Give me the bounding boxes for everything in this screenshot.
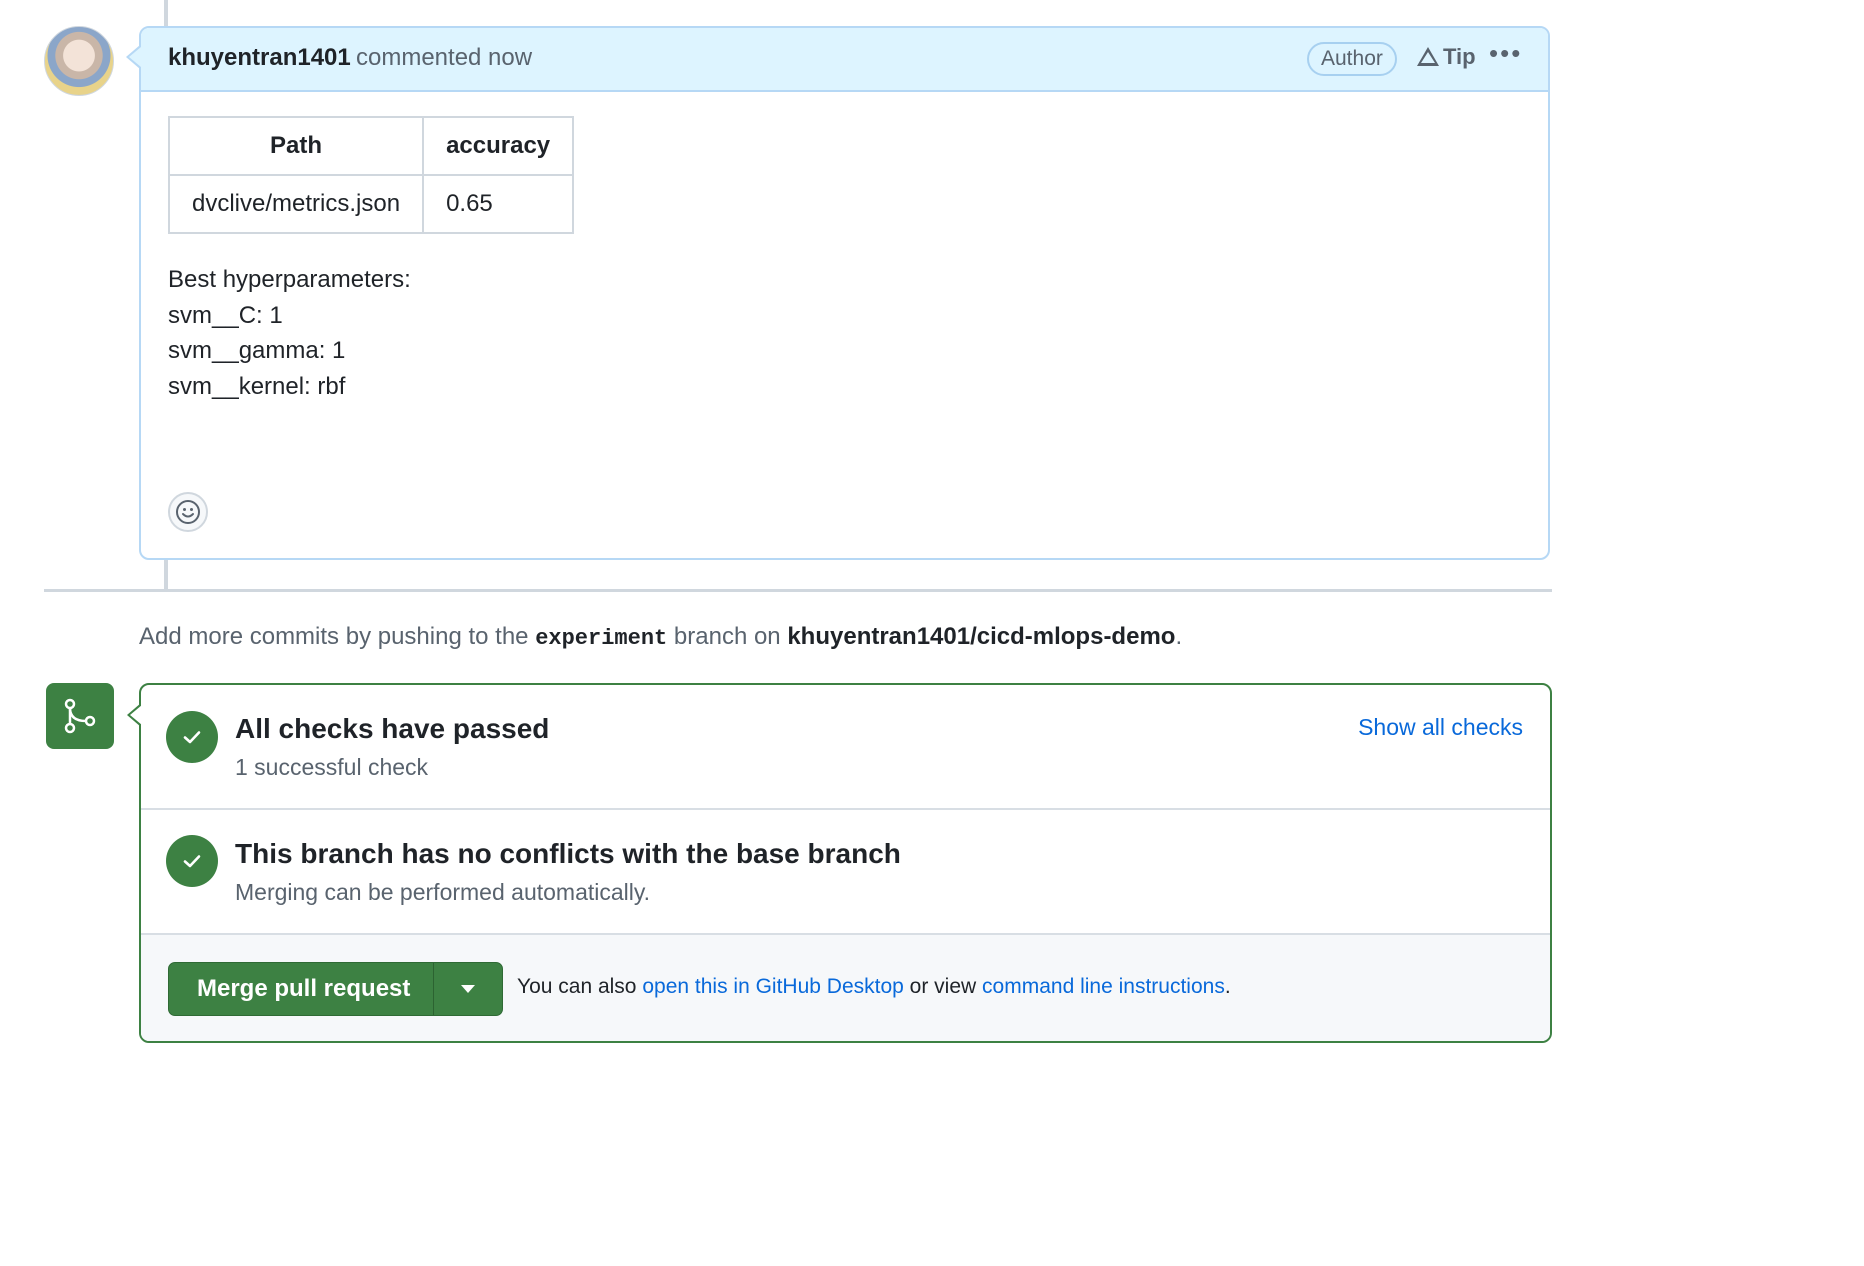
comment-body: Best hyperparameters: svm__C: 1 svm__gam… bbox=[168, 262, 411, 404]
body-line: svm__gamma: 1 bbox=[168, 337, 346, 364]
checks-title: All checks have passed bbox=[235, 713, 550, 744]
comment-author[interactable]: khuyentran1401 bbox=[168, 44, 351, 72]
smiley-icon bbox=[176, 500, 200, 524]
push-note: Add more commits by pushing to the exper… bbox=[139, 623, 1182, 651]
metrics-table: Path accuracy dvclive/metrics.json 0.65 bbox=[167, 116, 575, 234]
push-note-suffix: . bbox=[1175, 623, 1183, 650]
body-line: svm__kernel: rbf bbox=[168, 372, 346, 400]
triangle-down-icon bbox=[461, 985, 475, 993]
footer-prefix: You can also bbox=[517, 975, 637, 998]
check-icon bbox=[166, 711, 218, 763]
merge-pull-request-button[interactable]: Merge pull request bbox=[197, 975, 410, 1003]
merge-button-group: Merge pull request bbox=[168, 962, 503, 1016]
merge-footer-text: You can also open this in GitHub Desktop… bbox=[517, 975, 1231, 999]
footer-suffix: . bbox=[1224, 975, 1231, 998]
comment-timestamp[interactable]: commented now bbox=[356, 44, 532, 72]
body-line: Best hyperparameters: bbox=[168, 266, 411, 293]
table-cell: 0.65 bbox=[422, 174, 575, 234]
tip-button[interactable]: Tip bbox=[1417, 44, 1476, 70]
timeline-divider bbox=[44, 589, 1552, 592]
body-line: svm__C: 1 bbox=[168, 301, 283, 329]
footer-middle: or view bbox=[909, 975, 977, 998]
alert-icon bbox=[1417, 47, 1439, 66]
kebab-icon[interactable]: ••• bbox=[1489, 38, 1522, 69]
check-icon bbox=[166, 835, 218, 887]
command-line-instructions-link[interactable]: command line instructions bbox=[982, 975, 1225, 998]
branch-name: experiment bbox=[535, 626, 668, 651]
show-all-checks-link[interactable]: Show all checks bbox=[1358, 714, 1523, 741]
table-cell: dvclive/metrics.json bbox=[167, 174, 425, 234]
merge-status-icon bbox=[46, 683, 114, 749]
table-row: dvclive/metrics.json 0.65 bbox=[167, 174, 575, 234]
merge-caret-inner bbox=[130, 705, 142, 725]
author-badge: Author bbox=[1307, 42, 1397, 76]
table-header: Path bbox=[167, 116, 425, 176]
comment-caret-inner bbox=[129, 47, 141, 67]
timeline-line-mid bbox=[164, 560, 168, 589]
merge-box: All checks have passed 1 successful chec… bbox=[139, 683, 1552, 1043]
table-header: accuracy bbox=[422, 116, 575, 176]
avatar[interactable] bbox=[44, 26, 114, 96]
add-reaction-button[interactable] bbox=[168, 492, 208, 532]
conflicts-section: This branch has no conflicts with the ba… bbox=[141, 810, 1550, 935]
merge-footer: Merge pull request You can also open thi… bbox=[141, 935, 1550, 1041]
comment-header: khuyentran1401 commented now Author Tip … bbox=[141, 28, 1548, 92]
table-header-row: Path accuracy bbox=[167, 116, 575, 176]
comment-box: khuyentran1401 commented now Author Tip … bbox=[139, 26, 1550, 560]
checks-subtitle: 1 successful check bbox=[235, 754, 429, 780]
push-note-prefix: Add more commits by pushing to the bbox=[139, 623, 529, 650]
repo-name: khuyentran1401/cicd-mlops-demo bbox=[787, 623, 1176, 650]
git-merge-icon bbox=[64, 698, 96, 734]
open-github-desktop-link[interactable]: open this in GitHub Desktop bbox=[642, 975, 903, 998]
push-note-middle: branch on bbox=[673, 623, 781, 650]
tip-label: Tip bbox=[1443, 44, 1476, 69]
checks-section: All checks have passed 1 successful chec… bbox=[141, 685, 1550, 810]
merge-method-dropdown[interactable] bbox=[434, 963, 502, 1015]
timeline-line-top bbox=[164, 0, 168, 26]
conflicts-title: This branch has no conflicts with the ba… bbox=[235, 838, 901, 869]
conflicts-subtitle: Merging can be performed automatically. bbox=[235, 879, 651, 905]
